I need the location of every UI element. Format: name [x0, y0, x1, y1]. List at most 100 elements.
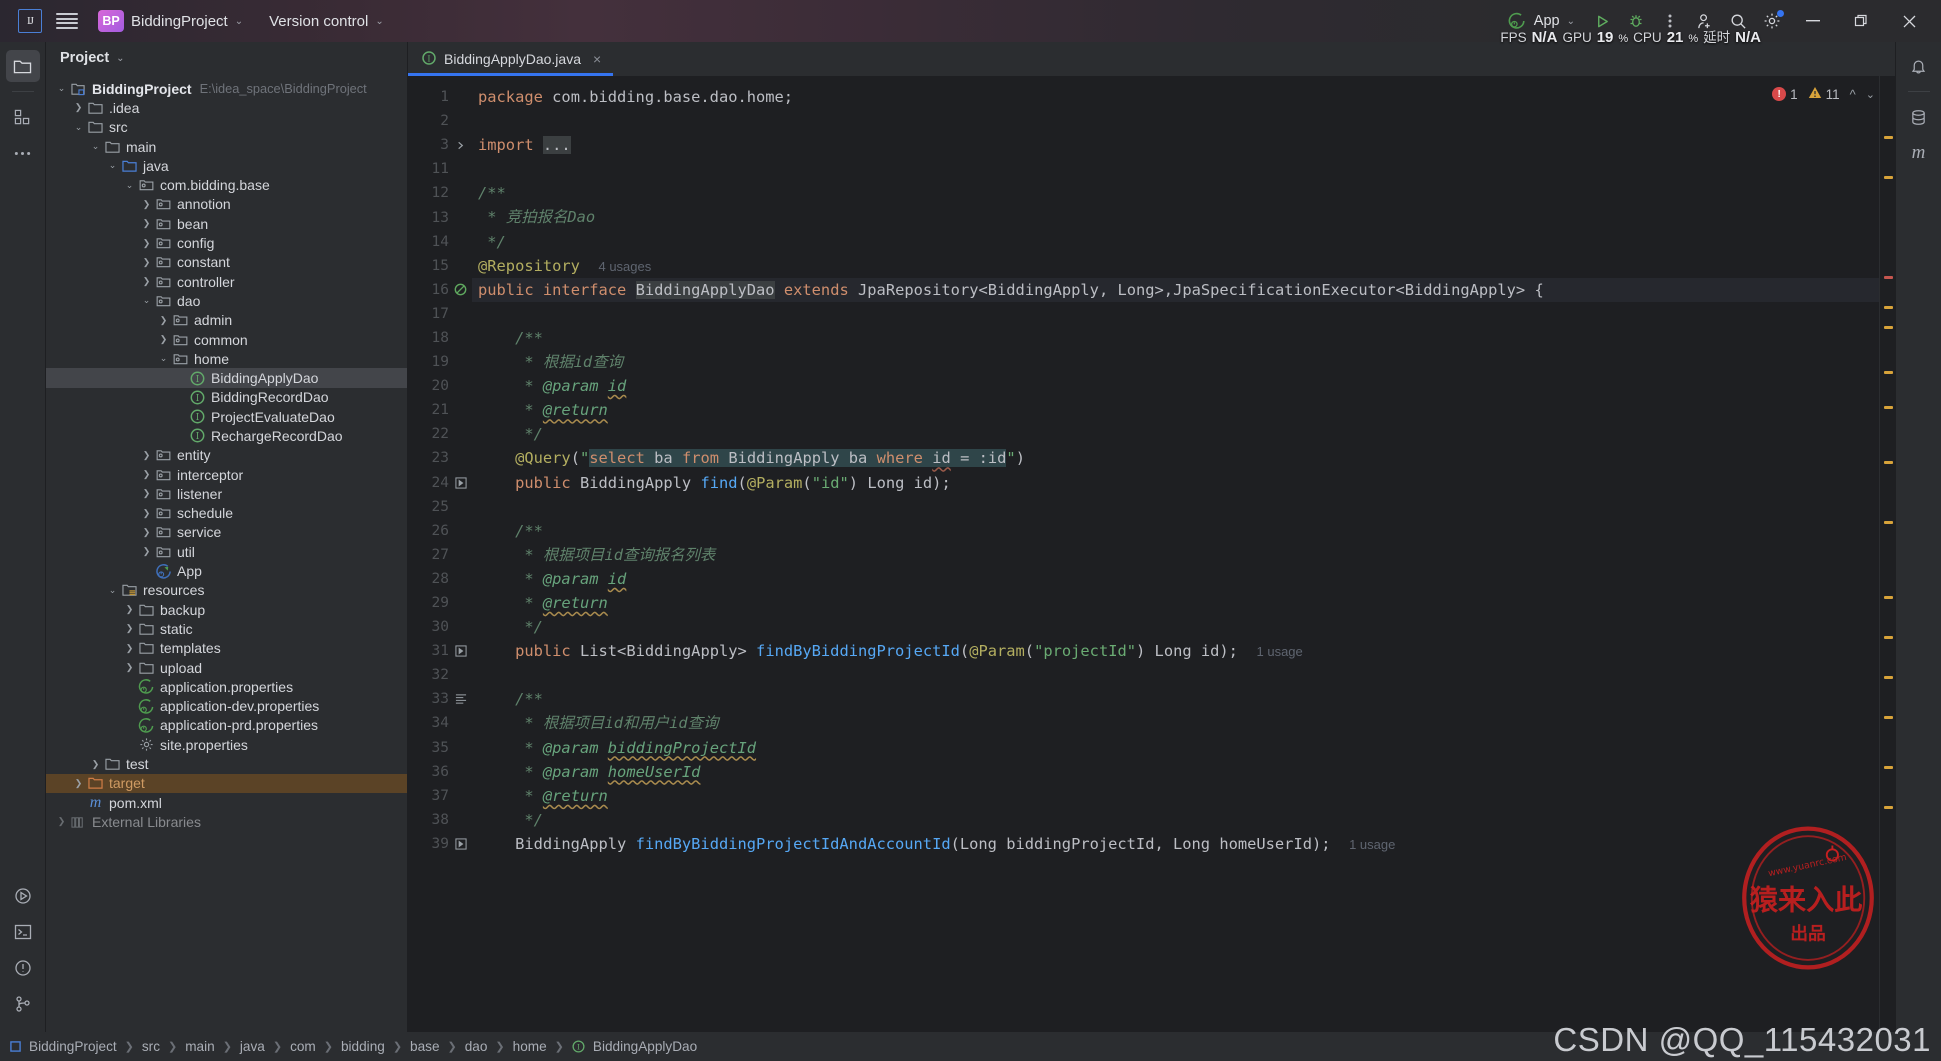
chevron-right-icon[interactable]: ❯: [88, 759, 103, 770]
gutter-line[interactable]: 32: [408, 663, 472, 687]
code-line[interactable]: public interface BiddingApplyDao extends…: [472, 277, 1879, 302]
run-tool-icon[interactable]: [6, 880, 40, 912]
gutter-marker[interactable]: [453, 645, 468, 657]
tree-item-constant[interactable]: ❯ constant: [46, 253, 407, 272]
code-line[interactable]: */: [472, 808, 1879, 832]
breadcrumb[interactable]: BiddingProject ❯ src ❯ main ❯ java ❯ com ❯ bidding…: [10, 1039, 697, 1054]
tree-item-src[interactable]: ⌄ src: [46, 118, 407, 137]
gutter-line[interactable]: 19: [408, 350, 472, 374]
inspection-marker[interactable]: [1884, 176, 1893, 179]
tree-item-main[interactable]: ⌄ main: [46, 137, 407, 156]
code-line[interactable]: * @param homeUserId: [472, 760, 1879, 784]
gutter-line[interactable]: 39: [408, 832, 472, 856]
code-line[interactable]: BiddingApply findByBiddingProjectIdAndAc…: [472, 832, 1879, 856]
gutter-marker[interactable]: [453, 283, 468, 296]
previous-problem-icon[interactable]: ^: [1850, 87, 1856, 102]
gutter-line[interactable]: 11: [408, 157, 472, 181]
gutter-line[interactable]: 30: [408, 615, 472, 639]
code-line[interactable]: /**: [472, 519, 1879, 543]
breadcrumb-item[interactable]: BiddingProject: [29, 1039, 117, 1054]
inspection-marker[interactable]: [1884, 676, 1893, 679]
database-tool-icon[interactable]: [1902, 101, 1936, 133]
minimize-button[interactable]: [1791, 0, 1835, 42]
chevron-right-icon[interactable]: ❯: [122, 662, 137, 673]
search-icon[interactable]: [1723, 7, 1753, 35]
error-count-badge[interactable]: ! 1: [1772, 87, 1798, 102]
chevron-down-icon[interactable]: ⌄: [105, 585, 120, 596]
breadcrumb-item[interactable]: BiddingApplyDao: [593, 1039, 697, 1054]
inspection-marker[interactable]: [1884, 766, 1893, 769]
chevron-down-icon[interactable]: ⌄: [88, 141, 103, 152]
chevron-right-icon[interactable]: ❯: [139, 276, 154, 287]
gutter-line[interactable]: 17: [408, 302, 472, 326]
code-line[interactable]: /**: [472, 687, 1879, 711]
code-line[interactable]: * @return: [472, 398, 1879, 422]
project-selector[interactable]: BP BiddingProject ⌄: [92, 6, 249, 36]
tree-item-schedule[interactable]: ❯ schedule: [46, 504, 407, 523]
tree-item-java[interactable]: ⌄ java: [46, 156, 407, 175]
chevron-down-icon[interactable]: ⌄: [105, 160, 120, 171]
gutter-marker[interactable]: [453, 693, 468, 705]
chevron-right-icon[interactable]: ❯: [122, 643, 137, 654]
gutter-marker[interactable]: [453, 838, 468, 850]
tree-item-application-prd-properties[interactable]: · application-prd.properties: [46, 716, 407, 735]
more-tool-windows-icon[interactable]: [6, 137, 40, 169]
code-line[interactable]: * 根据id查询: [472, 350, 1879, 374]
code-line[interactable]: * @return: [472, 591, 1879, 615]
tree-item-app[interactable]: · App: [46, 561, 407, 580]
structure-tool-icon[interactable]: [6, 101, 40, 133]
run-configuration-selector[interactable]: App ⌄: [1500, 9, 1583, 33]
tree-item-pom-xml[interactable]: ·m pom.xml: [46, 793, 407, 812]
code-line[interactable]: [472, 302, 1879, 326]
version-control-tool-icon[interactable]: [6, 988, 40, 1020]
chevron-right-icon[interactable]: ❯: [139, 527, 154, 538]
tree-item-resources[interactable]: ⌄ resources: [46, 581, 407, 600]
code-line[interactable]: */: [472, 615, 1879, 639]
tree-item-site-properties[interactable]: · site.properties: [46, 735, 407, 754]
code-line[interactable]: [472, 495, 1879, 519]
code-line[interactable]: public BiddingApply find(@Param("id") Lo…: [472, 471, 1879, 495]
gutter-line[interactable]: 36: [408, 760, 472, 784]
gutter-line[interactable]: 35: [408, 736, 472, 760]
code-line[interactable]: * @param biddingProjectId: [472, 736, 1879, 760]
editor-tab-biddingapplydao[interactable]: I BiddingApplyDao.java ×: [408, 42, 614, 76]
tree-item-upload[interactable]: ❯ upload: [46, 658, 407, 677]
chevron-right-icon[interactable]: ❯: [71, 102, 86, 113]
maximize-button[interactable]: [1839, 0, 1883, 42]
inspection-marker[interactable]: [1884, 596, 1893, 599]
code-line[interactable]: @Query("select ba from BiddingApply ba w…: [472, 446, 1879, 470]
gutter-line[interactable]: 1: [408, 85, 472, 109]
inspection-marker[interactable]: [1884, 136, 1893, 139]
chevron-right-icon[interactable]: ❯: [156, 315, 171, 326]
chevron-right-icon[interactable]: ❯: [139, 450, 154, 461]
tree-item-service[interactable]: ❯ service: [46, 523, 407, 542]
project-tree[interactable]: ⌄ BiddingProject E:\idea_space\BiddingProj…: [46, 74, 407, 1032]
code-line[interactable]: package com.bidding.base.dao.home;: [472, 85, 1879, 109]
chevron-right-icon[interactable]: ❯: [139, 218, 154, 229]
tree-item-templates[interactable]: ❯ templates: [46, 639, 407, 658]
tree-item-biddingapplydao[interactable]: · I BiddingApplyDao: [46, 368, 407, 388]
inspection-marker[interactable]: [1884, 276, 1893, 279]
inspection-marker[interactable]: [1884, 371, 1893, 374]
gutter-line[interactable]: 31: [408, 639, 472, 663]
gutter-line[interactable]: 20: [408, 374, 472, 398]
gutter-line[interactable]: 15: [408, 254, 472, 278]
code-line[interactable]: * @param id: [472, 374, 1879, 398]
gutter-line[interactable]: 24: [408, 471, 472, 495]
maven-tool-icon[interactable]: m: [1902, 137, 1936, 169]
tree-item-backup[interactable]: ❯ backup: [46, 600, 407, 619]
terminal-tool-icon[interactable]: [6, 916, 40, 948]
tree-item-projectevaluatedao[interactable]: · I ProjectEvaluateDao: [46, 407, 407, 426]
chevron-right-icon[interactable]: ❯: [139, 257, 154, 268]
gutter-line[interactable]: 21: [408, 398, 472, 422]
tree-item-application-dev-properties[interactable]: · application-dev.properties: [46, 697, 407, 716]
tree-item--idea[interactable]: ❯ .idea: [46, 98, 407, 117]
inspection-marker[interactable]: [1884, 406, 1893, 409]
code-line[interactable]: * 根据项目id和用户id查询: [472, 711, 1879, 735]
tree-item-config[interactable]: ❯ config: [46, 233, 407, 252]
tree-item-dao[interactable]: ⌄ dao: [46, 291, 407, 310]
code-editor[interactable]: 1 2 3 11 12 13 14 15 16 17 18 19 20 21 22 23 24 25 26 27 28 2…: [408, 76, 1895, 1032]
intellij-idea-logo-icon[interactable]: IJ: [18, 9, 42, 33]
editor-gutter[interactable]: 1 2 3 11 12 13 14 15 16 17 18 19 20 21 22 23 24 25 26 27 28 2…: [408, 76, 472, 1032]
tree-item-rechargerecorddao[interactable]: · I RechargeRecordDao: [46, 426, 407, 445]
